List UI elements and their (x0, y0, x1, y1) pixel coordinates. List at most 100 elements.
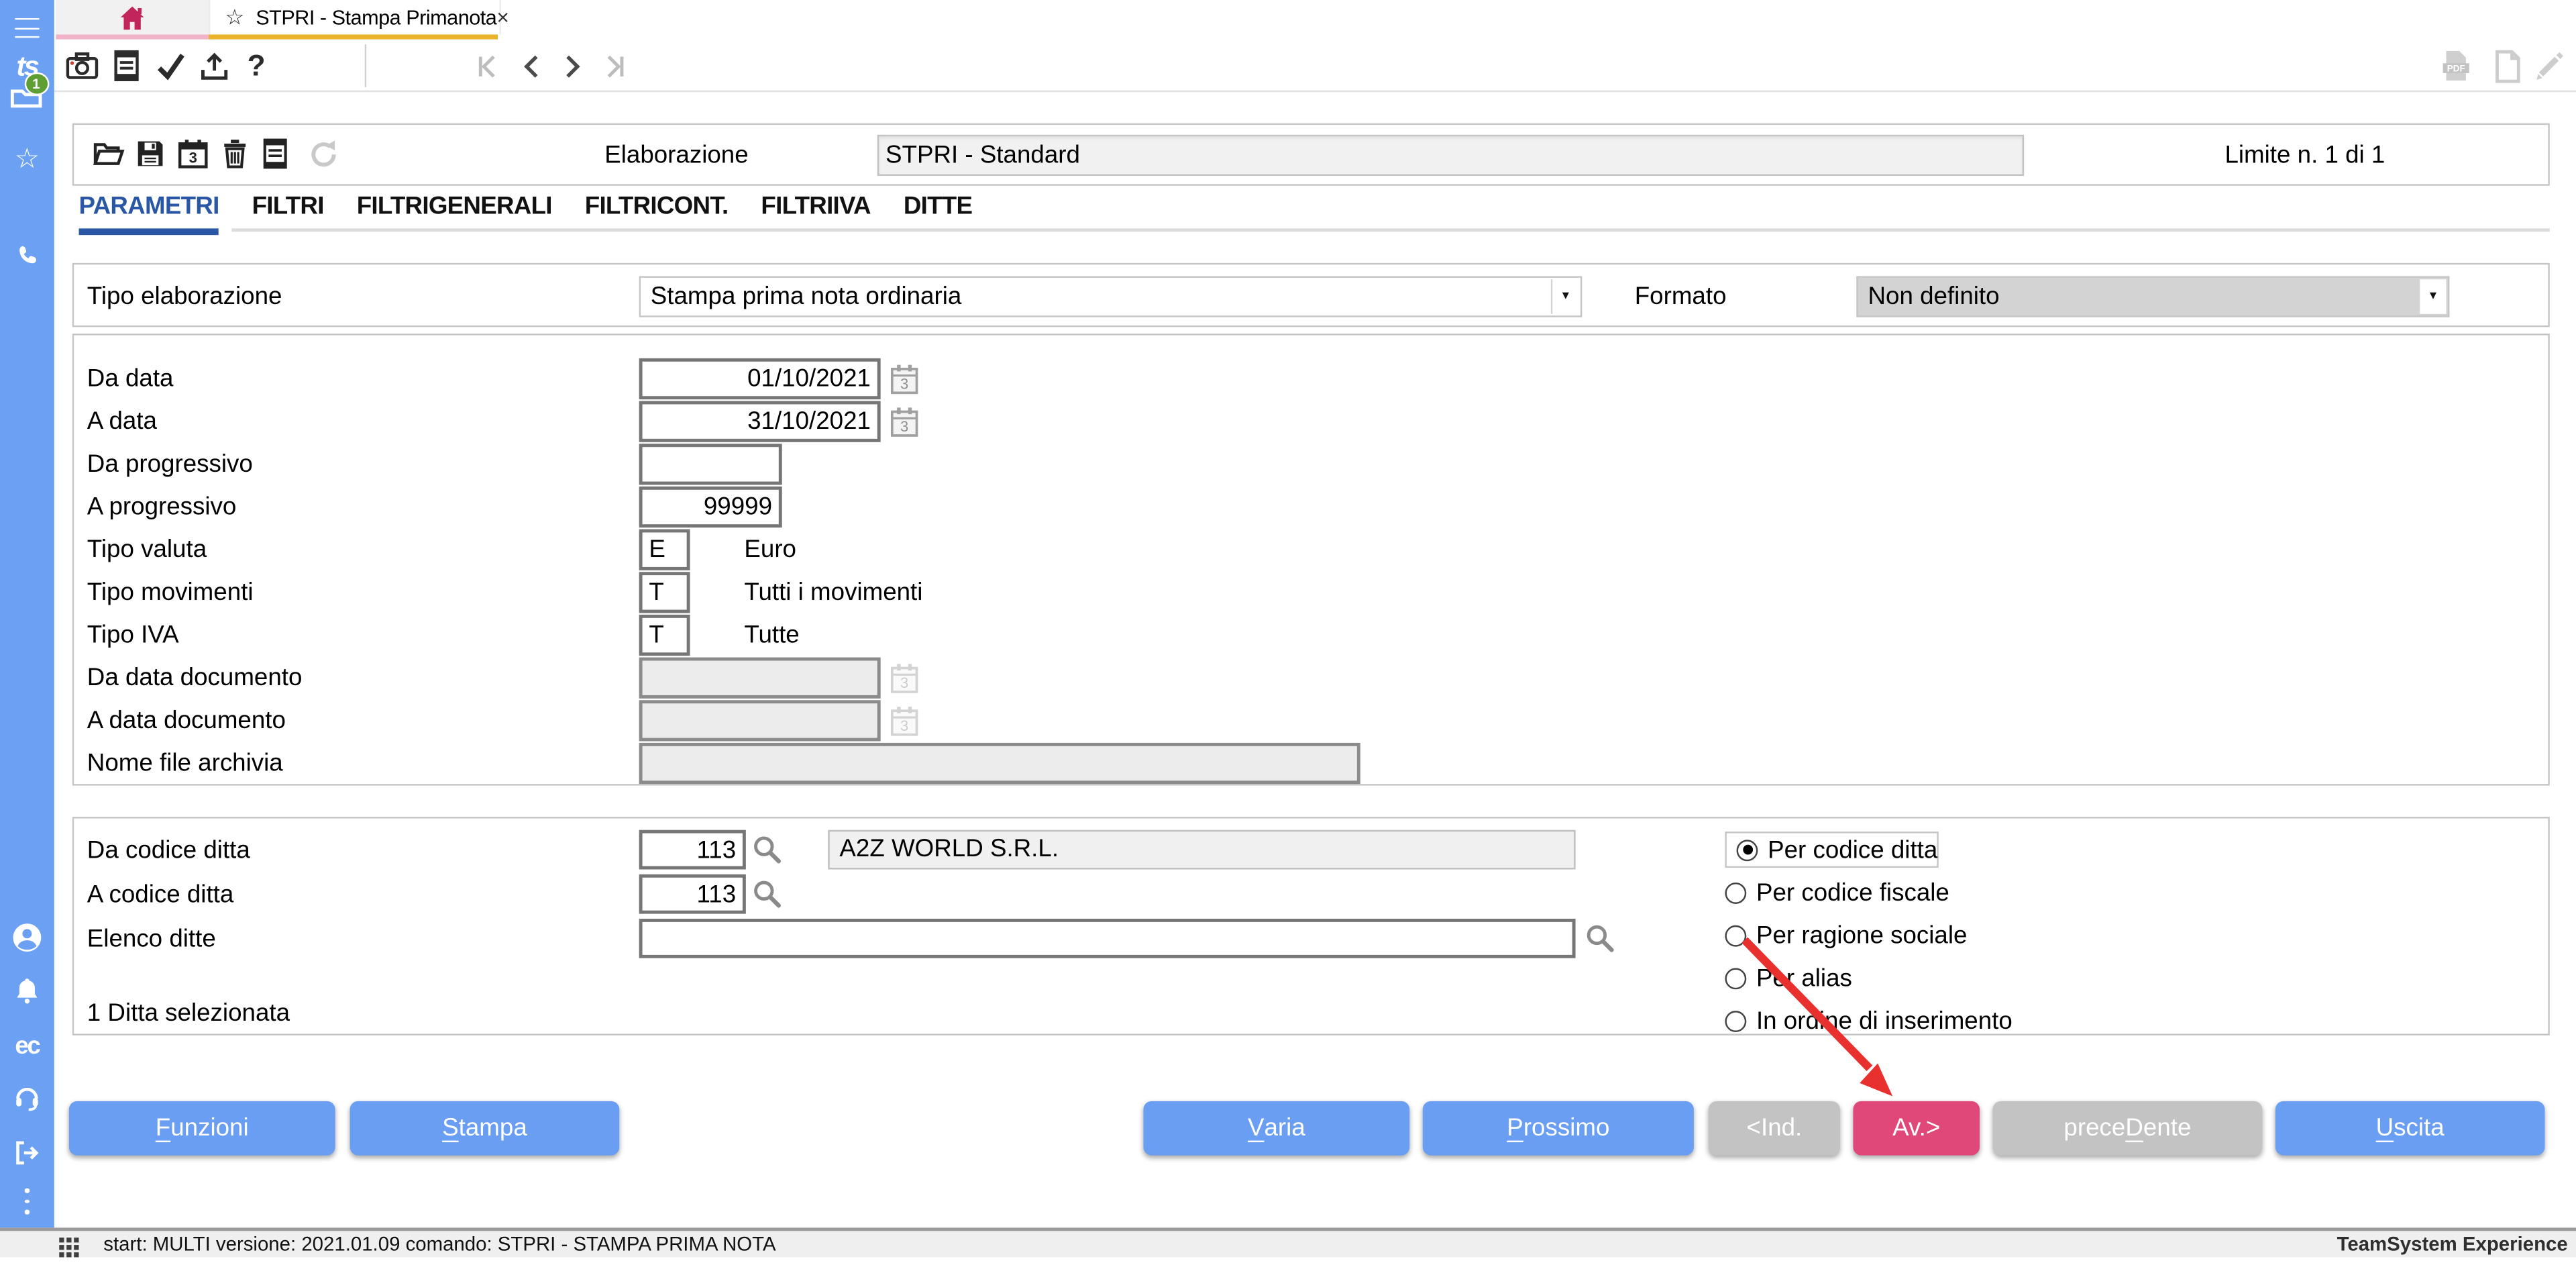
nav-next-icon[interactable] (555, 46, 592, 86)
tab-filtrigenerali[interactable]: FILTRIGENERALI (357, 193, 552, 236)
indietro-button[interactable]: <Ind. (1709, 1101, 1840, 1156)
da-data-documento-input (639, 658, 881, 699)
exit-logout-icon[interactable] (0, 1134, 54, 1170)
active-tab-underline (209, 34, 498, 40)
radio-per-ragione-sociale[interactable]: Per ragione sociale (1725, 917, 1967, 954)
support-headset-icon[interactable] (0, 1080, 54, 1116)
main-toolbar: ? PDF (54, 40, 2576, 92)
tipo-iva-input[interactable] (639, 615, 690, 656)
radio-per-codice-ditta[interactable]: Per codice ditta (1725, 831, 1939, 868)
nome-file-archivia-input (639, 743, 1360, 784)
tab-filtriiva[interactable]: FILTRIIVA (761, 193, 870, 236)
funzioni-button[interactable]: Funzioni (69, 1101, 335, 1156)
nav-first-icon[interactable] (468, 46, 504, 86)
print-document-icon[interactable] (263, 138, 288, 170)
varia-button[interactable]: Varia (1143, 1101, 1409, 1156)
home-tab-underline (56, 34, 209, 40)
a-progressivo-input[interactable] (639, 487, 782, 527)
new-document-icon[interactable] (2489, 46, 2525, 86)
svg-text:PDF: PDF (2447, 63, 2465, 73)
home-tab[interactable] (56, 0, 209, 34)
a-data-input[interactable] (639, 401, 881, 442)
da-codice-ditta-input[interactable] (639, 830, 746, 870)
formato-label: Formato (1635, 276, 1727, 317)
a-data-label: A data (87, 401, 157, 442)
favorite-star-icon[interactable]: ☆ (225, 4, 245, 30)
search-icon[interactable] (751, 878, 784, 911)
help-icon[interactable]: ? (238, 46, 274, 86)
export-pdf-icon[interactable]: PDF (2438, 46, 2474, 86)
grid-menu-icon[interactable] (59, 1235, 78, 1263)
nome-file-archivia-label: Nome file archivia (87, 743, 283, 784)
search-icon[interactable] (751, 833, 784, 866)
tab-parametri[interactable]: PARAMETRI (79, 193, 219, 236)
a-codice-ditta-input[interactable] (639, 874, 746, 914)
prossimo-button[interactable]: Prossimo (1423, 1101, 1694, 1156)
elaboration-input[interactable] (877, 135, 2024, 176)
calendar-picker-icon: 3 (890, 705, 918, 737)
calendar-picker-icon[interactable]: 3 (890, 406, 918, 438)
da-progressivo-label: Da progressivo (87, 444, 253, 485)
tipo-elaborazione-select[interactable]: Stampa prima nota ordinaria ▼ (639, 276, 1582, 317)
nav-last-icon[interactable] (598, 46, 634, 86)
precedente-button[interactable]: preceDente (1993, 1101, 2263, 1156)
active-document-tab[interactable]: ☆ STPRI - Stampa Primanota × (209, 0, 501, 34)
radio-dot (1725, 1010, 1746, 1031)
save-floppy-icon[interactable] (135, 138, 166, 170)
close-tab-icon[interactable]: × (496, 5, 509, 30)
search-icon[interactable] (1584, 922, 1617, 955)
tab-ditte[interactable]: DITTE (904, 193, 972, 236)
tipo-valuta-input[interactable] (639, 529, 690, 570)
chevron-down-icon[interactable]: ▼ (1551, 279, 1579, 313)
tipo-movimenti-input[interactable] (639, 572, 690, 613)
radio-dot (1725, 925, 1746, 946)
radio-dot (1725, 882, 1746, 903)
delete-trash-icon[interactable] (220, 138, 250, 170)
brand-text: TeamSystem Experience (2337, 1231, 2568, 1257)
tab-filtricont[interactable]: FILTRICONT. (585, 193, 729, 236)
chevron-down-icon[interactable]: ▼ (2418, 279, 2447, 313)
confirm-check-icon[interactable] (153, 46, 189, 86)
formato-select[interactable]: Non definito ▼ (1856, 276, 2449, 317)
refresh-icon[interactable] (307, 138, 340, 171)
tab-filtri[interactable]: FILTRI (252, 193, 324, 236)
elaboration-header-box: 3 (72, 123, 2550, 186)
parameters-box: Da data 3 A data 3 Da progressivo A prog… (72, 334, 2550, 785)
radio-in-ordine-di-inserimento[interactable]: In ordine di inserimento (1725, 1003, 2012, 1039)
tipo-valuta-label: Tipo valuta (87, 529, 207, 570)
calendar-icon[interactable]: 3 (177, 138, 209, 170)
elenco-ditte-label: Elenco ditte (87, 919, 216, 960)
stampa-button[interactable]: Stampa (350, 1101, 620, 1156)
print-list-icon[interactable] (109, 46, 145, 86)
screenshot-camera-icon[interactable] (64, 46, 101, 86)
favorites-star-icon[interactable]: ☆ (0, 142, 54, 174)
toolbar-divider (365, 44, 366, 87)
ec-logo-icon[interactable]: ec (0, 1029, 54, 1062)
da-progressivo-input[interactable] (639, 444, 782, 485)
notification-count-badge: 1 (24, 72, 49, 95)
svg-text:3: 3 (189, 149, 197, 166)
da-data-label: Da data (87, 358, 174, 399)
nav-previous-icon[interactable] (513, 46, 549, 86)
menu-icon[interactable] (0, 15, 54, 41)
user-profile-icon[interactable] (0, 919, 54, 955)
elenco-ditte-input[interactable] (639, 919, 1576, 958)
calendar-picker-icon[interactable]: 3 (890, 363, 918, 395)
notifications-bell-icon[interactable] (0, 973, 54, 1009)
folder-notifications-icon[interactable]: 1 (0, 77, 54, 110)
more-options-icon[interactable] (0, 1185, 54, 1218)
radio-dot (1737, 839, 1758, 860)
elaboration-label: Elaborazione (604, 135, 748, 176)
company-selection-box: Da codice ditta A2Z WORLD S.R.L. A codic… (72, 817, 2550, 1035)
radio-per-alias[interactable]: Per alias (1725, 960, 1851, 996)
phone-icon[interactable] (0, 238, 54, 271)
home-icon (118, 4, 146, 30)
radio-dot (1725, 967, 1746, 989)
da-data-input[interactable] (639, 358, 881, 399)
export-upload-icon[interactable] (195, 46, 231, 86)
open-folder-icon[interactable] (92, 138, 125, 170)
radio-per-codice-fiscale[interactable]: Per codice fiscale (1725, 874, 1949, 911)
edit-pencil-icon[interactable] (2532, 46, 2568, 86)
uscita-button[interactable]: Uscita (2275, 1101, 2545, 1156)
avanti-button[interactable]: Av.> (1853, 1101, 1980, 1156)
